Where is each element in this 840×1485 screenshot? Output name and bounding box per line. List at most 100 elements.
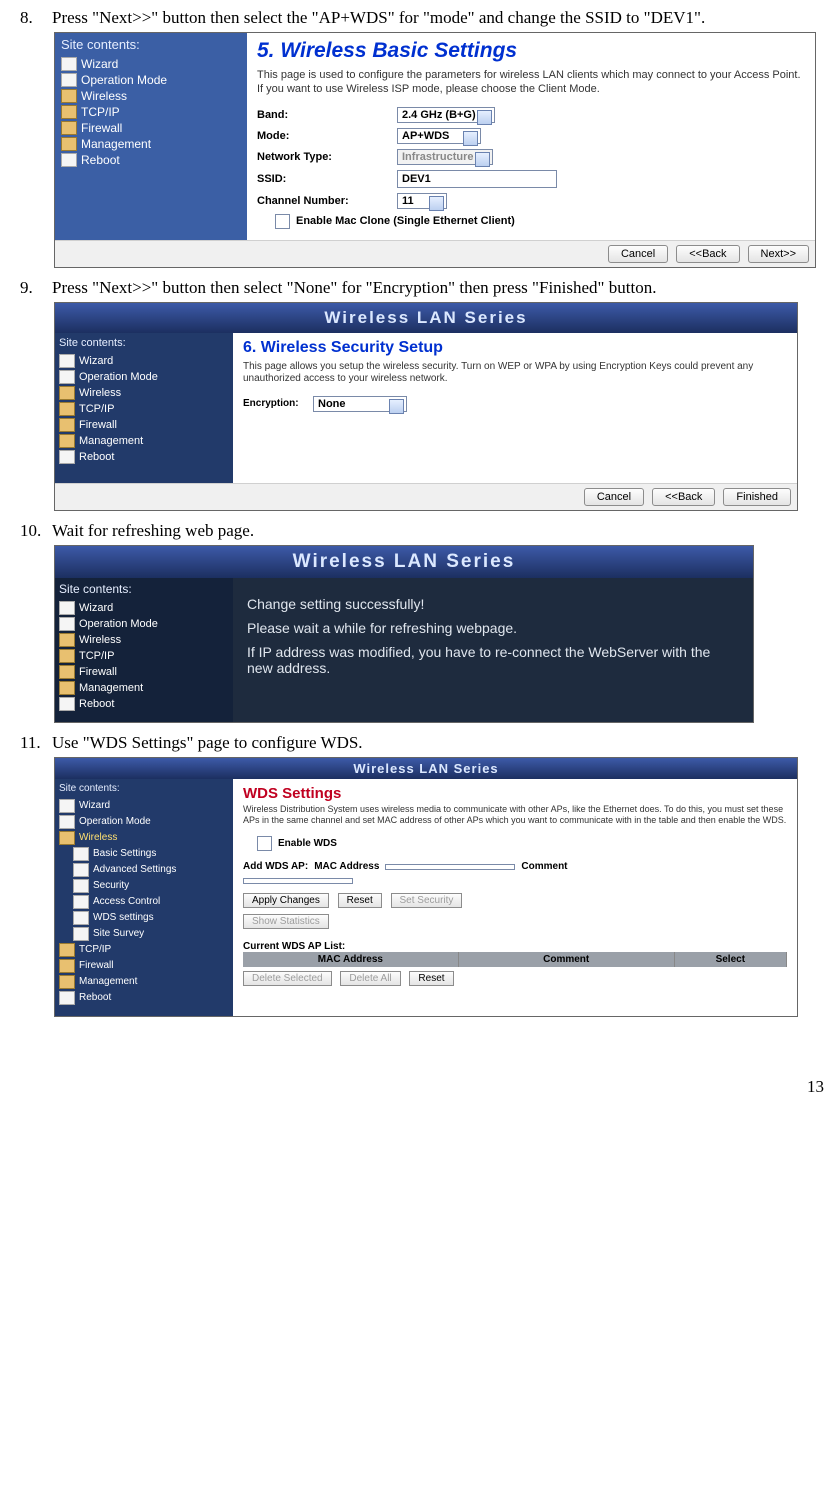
sidebar-item-reboot[interactable]: Reboot bbox=[59, 990, 229, 1006]
sidebar-sub-survey[interactable]: Site Survey bbox=[73, 926, 229, 942]
sidebar-item-wireless[interactable]: Wireless bbox=[59, 830, 229, 846]
doc-icon bbox=[61, 57, 77, 71]
sidebar-sub-security[interactable]: Security bbox=[73, 878, 229, 894]
banner: Wireless LAN Series bbox=[55, 546, 753, 578]
sidebar-sub-wds[interactable]: WDS settings bbox=[73, 910, 229, 926]
sidebar-item-management[interactable]: Management bbox=[59, 680, 229, 696]
folder-icon bbox=[59, 975, 75, 989]
sidebar-item-tcpip[interactable]: TCP/IP bbox=[61, 104, 241, 120]
sidebar-item-tcpip[interactable]: TCP/IP bbox=[59, 942, 229, 958]
sidebar: Site contents: Wizard Operation Mode Wir… bbox=[55, 33, 247, 240]
sidebar-sub-access[interactable]: Access Control bbox=[73, 894, 229, 910]
doc-icon bbox=[73, 863, 89, 877]
back-button[interactable]: <<Back bbox=[676, 245, 739, 263]
sidebar-sub-advanced[interactable]: Advanced Settings bbox=[73, 862, 229, 878]
delete-selected-button[interactable]: Delete Selected bbox=[243, 971, 332, 986]
sidebar: Site contents: Wizard Operation Mode Wir… bbox=[55, 578, 233, 722]
set-security-button[interactable]: Set Security bbox=[391, 893, 463, 908]
sidebar-item-opmode[interactable]: Operation Mode bbox=[61, 72, 241, 88]
next-button[interactable]: Next>> bbox=[748, 245, 809, 263]
sidebar-item-wizard[interactable]: Wizard bbox=[61, 56, 241, 72]
sidebar-item-firewall[interactable]: Firewall bbox=[61, 120, 241, 136]
doc-icon bbox=[59, 354, 75, 368]
input-ssid[interactable]: DEV1 bbox=[397, 170, 557, 188]
select-network-type: Infrastructure bbox=[397, 149, 493, 165]
folder-icon bbox=[61, 89, 77, 103]
sidebar-item-wizard[interactable]: Wizard bbox=[59, 798, 229, 814]
folder-icon bbox=[59, 633, 75, 647]
msg-success: Change setting successfully! bbox=[247, 596, 739, 612]
sidebar-item-management[interactable]: Management bbox=[59, 433, 229, 449]
button-bar: Cancel <<Back Finished bbox=[55, 483, 797, 510]
folder-icon bbox=[59, 402, 75, 416]
select-encryption[interactable]: None bbox=[313, 396, 407, 412]
sidebar-item-tcpip[interactable]: TCP/IP bbox=[59, 401, 229, 417]
cancel-button[interactable]: Cancel bbox=[584, 488, 644, 506]
doc-icon bbox=[59, 450, 75, 464]
delete-all-button[interactable]: Delete All bbox=[340, 971, 400, 986]
page-number: 13 bbox=[20, 1077, 830, 1097]
folder-icon bbox=[59, 943, 75, 957]
sidebar-item-opmode[interactable]: Operation Mode bbox=[59, 616, 229, 632]
sidebar-item-reboot[interactable]: Reboot bbox=[59, 696, 229, 712]
folder-icon bbox=[59, 665, 75, 679]
reset-button[interactable]: Reset bbox=[338, 893, 382, 908]
sidebar-item-firewall[interactable]: Firewall bbox=[59, 664, 229, 680]
folder-icon bbox=[59, 959, 75, 973]
col-select: Select bbox=[675, 952, 787, 967]
doc-icon bbox=[61, 73, 77, 87]
sidebar-item-wizard[interactable]: Wizard bbox=[59, 600, 229, 616]
checkbox-mac-clone[interactable] bbox=[275, 214, 290, 229]
doc-icon bbox=[73, 927, 89, 941]
input-comment[interactable] bbox=[243, 878, 353, 884]
folder-icon bbox=[59, 649, 75, 663]
select-band[interactable]: 2.4 GHz (B+G) bbox=[397, 107, 495, 123]
folder-icon bbox=[59, 386, 75, 400]
sidebar-item-opmode[interactable]: Operation Mode bbox=[59, 814, 229, 830]
doc-icon bbox=[59, 370, 75, 384]
sidebar-item-opmode[interactable]: Operation Mode bbox=[59, 369, 229, 385]
sidebar-sub-basic[interactable]: Basic Settings bbox=[73, 846, 229, 862]
label-list-title: Current WDS AP List: bbox=[243, 941, 787, 952]
step-11: 11. Use "WDS Settings" page to configure… bbox=[20, 733, 830, 753]
apply-button[interactable]: Apply Changes bbox=[243, 893, 329, 908]
sidebar-item-reboot[interactable]: Reboot bbox=[61, 152, 241, 168]
sidebar-title: Site contents: bbox=[59, 337, 229, 349]
sidebar-item-management[interactable]: Management bbox=[61, 136, 241, 152]
sidebar-item-tcpip[interactable]: TCP/IP bbox=[59, 648, 229, 664]
doc-icon bbox=[59, 697, 75, 711]
label-ssid: SSID: bbox=[257, 173, 397, 185]
sidebar-item-wireless[interactable]: Wireless bbox=[59, 385, 229, 401]
select-mode[interactable]: AP+WDS bbox=[397, 128, 481, 144]
back-button[interactable]: <<Back bbox=[652, 488, 715, 506]
input-mac[interactable] bbox=[385, 864, 515, 870]
sidebar-item-firewall[interactable]: Firewall bbox=[59, 417, 229, 433]
step-number: 11. bbox=[20, 733, 52, 753]
sidebar-title: Site contents: bbox=[59, 582, 229, 596]
select-channel[interactable]: 11 bbox=[397, 193, 447, 209]
reset2-button[interactable]: Reset bbox=[409, 971, 453, 986]
button-bar: Cancel <<Back Next>> bbox=[55, 240, 815, 267]
label-ntype: Network Type: bbox=[257, 151, 397, 163]
cancel-button[interactable]: Cancel bbox=[608, 245, 668, 263]
sidebar-item-wireless[interactable]: Wireless bbox=[61, 88, 241, 104]
sidebar-item-wizard[interactable]: Wizard bbox=[59, 353, 229, 369]
step-10: 10. Wait for refreshing web page. bbox=[20, 521, 830, 541]
table-header: MAC Address Comment Select bbox=[243, 952, 787, 967]
sidebar-item-management[interactable]: Management bbox=[59, 974, 229, 990]
sidebar-item-firewall[interactable]: Firewall bbox=[59, 958, 229, 974]
label-comment: Comment bbox=[521, 861, 567, 872]
screenshot-wireless-basic: Site contents: Wizard Operation Mode Wir… bbox=[54, 32, 816, 268]
panel-desc: This page allows you setup the wireless … bbox=[243, 361, 787, 386]
step-text: Wait for refreshing web page. bbox=[52, 521, 830, 541]
show-statistics-button[interactable]: Show Statistics bbox=[243, 914, 329, 929]
checkbox-enable-wds[interactable] bbox=[257, 836, 272, 851]
sidebar-item-reboot[interactable]: Reboot bbox=[59, 449, 229, 465]
doc-icon bbox=[59, 799, 75, 813]
folder-icon bbox=[59, 418, 75, 432]
panel-heading: 5. Wireless Basic Settings bbox=[257, 39, 805, 63]
col-mac: MAC Address bbox=[243, 952, 459, 967]
finished-button[interactable]: Finished bbox=[723, 488, 791, 506]
banner: Wireless LAN Series bbox=[55, 303, 797, 333]
sidebar-item-wireless[interactable]: Wireless bbox=[59, 632, 229, 648]
